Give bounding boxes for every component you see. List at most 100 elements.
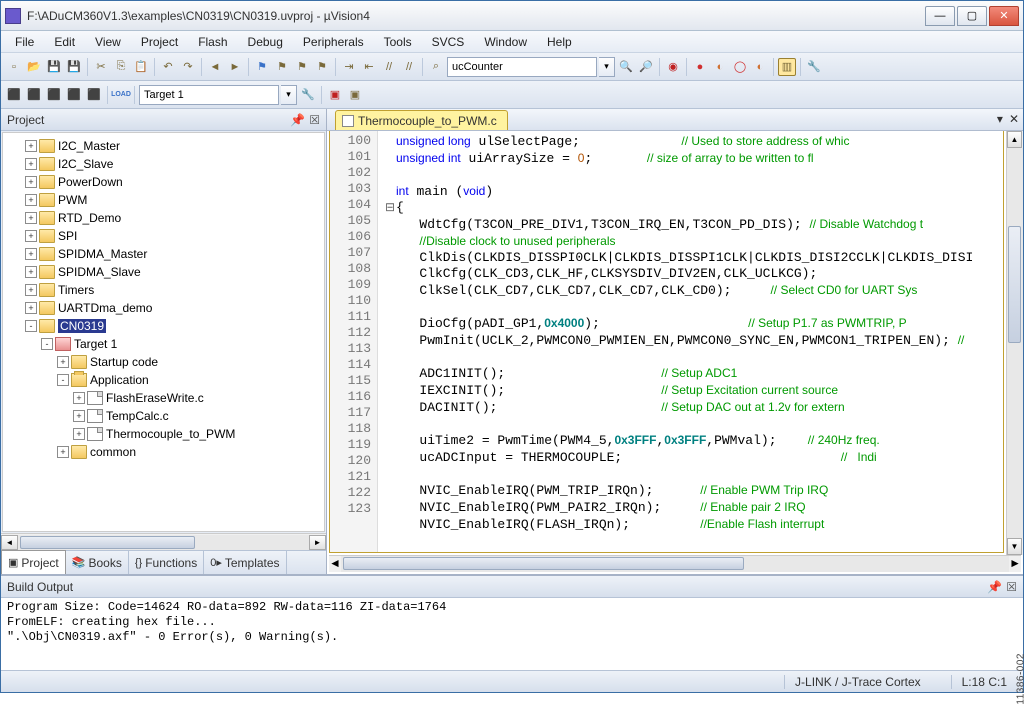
tree-item[interactable]: +SPI (5, 227, 322, 245)
configure-icon[interactable]: 🔧 (805, 58, 823, 76)
pane-tab-templates[interactable]: 0▸Templates (204, 551, 286, 574)
find-icon[interactable]: ⌕ (427, 58, 445, 76)
comment-icon[interactable]: // (380, 58, 398, 76)
expand-icon[interactable]: + (25, 158, 37, 170)
expand-icon[interactable]: + (25, 212, 37, 224)
menu-tools[interactable]: Tools (376, 33, 420, 51)
menu-svcs[interactable]: SVCS (424, 33, 473, 51)
editor-dropdown-icon[interactable]: ▾ (997, 112, 1003, 126)
pane-tab-books[interactable]: 📚Books (66, 551, 129, 574)
tree-item[interactable]: +SPIDMA_Slave (5, 263, 322, 281)
title-bar[interactable]: F:\ADuCM360V1.3\examples\CN0319\CN0319.u… (1, 1, 1023, 31)
expand-icon[interactable]: + (57, 446, 69, 458)
pane-tab-project[interactable]: ▣Project (1, 550, 66, 574)
window-layout-icon[interactable]: ▥ (778, 58, 796, 76)
expand-icon[interactable]: + (25, 140, 37, 152)
tree-item[interactable]: -CN0319 (5, 317, 322, 335)
tree-item[interactable]: +common (5, 443, 322, 461)
bookmark-prev-icon[interactable]: ⚑ (273, 58, 291, 76)
expand-icon[interactable]: + (25, 176, 37, 188)
expand-icon[interactable]: + (25, 266, 37, 278)
build-pane-header[interactable]: Build Output 📌 ☒ (1, 576, 1023, 598)
expand-icon[interactable]: - (57, 374, 69, 386)
code-text[interactable]: unsigned long ulSelectPage; // Used to s… (378, 131, 1003, 552)
new-file-icon[interactable]: ▫ (5, 58, 23, 76)
save-all-icon[interactable]: 💾 (65, 58, 83, 76)
breakpoint-insert-icon[interactable]: ● (691, 58, 709, 76)
menu-edit[interactable]: Edit (46, 33, 83, 51)
tree-item[interactable]: +Thermocouple_to_PWM (5, 425, 322, 443)
bookmark-icon[interactable]: ⚑ (253, 58, 271, 76)
pin-icon[interactable]: 📌 (290, 113, 305, 127)
tree-item[interactable]: -Target 1 (5, 335, 322, 353)
tree-item[interactable]: +SPIDMA_Master (5, 245, 322, 263)
tree-item[interactable]: +FlashEraseWrite.c (5, 389, 322, 407)
tree-item[interactable]: +I2C_Master (5, 137, 322, 155)
expand-icon[interactable]: + (25, 194, 37, 206)
expand-icon[interactable]: - (25, 320, 37, 332)
build-target-icon[interactable]: ⬛ (25, 86, 43, 104)
redo-icon[interactable]: ↷ (179, 58, 197, 76)
tree-item[interactable]: +TempCalc.c (5, 407, 322, 425)
save-icon[interactable]: 💾 (45, 58, 63, 76)
expand-icon[interactable]: + (57, 356, 69, 368)
cut-icon[interactable]: ✂ (92, 58, 110, 76)
menu-view[interactable]: View (87, 33, 129, 51)
tree-item[interactable]: +Startup code (5, 353, 322, 371)
target-select[interactable] (139, 85, 279, 105)
pane-tab-functions[interactable]: {}Functions (129, 551, 204, 574)
tree-item[interactable]: +UARTDma_demo (5, 299, 322, 317)
pane-close-icon[interactable]: ☒ (1006, 580, 1017, 594)
undo-icon[interactable]: ↶ (159, 58, 177, 76)
expand-icon[interactable]: + (25, 248, 37, 260)
editor-close-icon[interactable]: ✕ (1009, 112, 1019, 126)
tree-item[interactable]: +Timers (5, 281, 322, 299)
tree-item[interactable]: +PowerDown (5, 173, 322, 191)
vscroll-thumb[interactable] (1008, 226, 1021, 343)
editor-tab-active[interactable]: Thermocouple_to_PWM.c (335, 110, 508, 130)
pin-icon[interactable]: 📌 (987, 580, 1002, 594)
debug-icon[interactable]: ◉ (664, 58, 682, 76)
minimize-button[interactable]: — (925, 6, 955, 26)
scroll-right-icon[interactable]: ► (1009, 556, 1021, 572)
scroll-thumb[interactable] (20, 536, 195, 549)
file-ext-icon[interactable]: ▣ (346, 86, 364, 104)
breakpoint-kill-icon[interactable]: ◐ (751, 58, 769, 76)
expand-icon[interactable]: + (73, 392, 85, 404)
expand-icon[interactable]: + (73, 410, 85, 422)
find-dropdown-icon[interactable]: ▾ (599, 57, 615, 77)
target-options-icon[interactable]: 🔧 (299, 86, 317, 104)
expand-icon[interactable]: + (25, 284, 37, 296)
project-pane-header[interactable]: Project 📌 ☒ (1, 109, 326, 131)
editor-vscroll[interactable]: ▲ ▼ (1006, 131, 1023, 555)
menu-project[interactable]: Project (133, 33, 186, 51)
batch-build-icon[interactable]: ⬛ (65, 86, 83, 104)
incremental-find-icon[interactable]: 🔎 (637, 58, 655, 76)
scroll-left-icon[interactable]: ◄ (329, 556, 341, 572)
build-output-text[interactable]: Program Size: Code=14624 RO-data=892 RW-… (1, 598, 1023, 670)
stop-build-icon[interactable]: ⬛ (85, 86, 103, 104)
bookmark-clear-icon[interactable]: ⚑ (313, 58, 331, 76)
scroll-down-icon[interactable]: ▼ (1007, 538, 1022, 555)
target-dropdown-icon[interactable]: ▾ (281, 85, 297, 105)
maximize-button[interactable]: ▢ (957, 6, 987, 26)
expand-icon[interactable]: + (25, 302, 37, 314)
nav-fwd-icon[interactable]: ► (226, 58, 244, 76)
scroll-left-icon[interactable]: ◄ (1, 535, 18, 550)
scroll-up-icon[interactable]: ▲ (1007, 131, 1022, 148)
rebuild-icon[interactable]: ⬛ (45, 86, 63, 104)
editor-hscroll[interactable]: ◄ ► (329, 555, 1021, 572)
menu-file[interactable]: File (7, 33, 42, 51)
pane-close-icon[interactable]: ☒ (309, 113, 320, 127)
bookmark-next-icon[interactable]: ⚑ (293, 58, 311, 76)
tree-hscroll[interactable]: ◄ ► (1, 533, 326, 550)
manage-project-icon[interactable]: ▣ (326, 86, 344, 104)
download-icon[interactable]: LOAD (112, 86, 130, 104)
tree-item[interactable]: +PWM (5, 191, 322, 209)
project-tree[interactable]: +I2C_Master+I2C_Slave+PowerDown+PWM+RTD_… (2, 132, 325, 532)
menu-window[interactable]: Window (476, 33, 535, 51)
indent-icon[interactable]: ⇥ (340, 58, 358, 76)
menu-flash[interactable]: Flash (190, 33, 235, 51)
expand-icon[interactable]: - (41, 338, 53, 350)
scroll-right-icon[interactable]: ► (309, 535, 326, 550)
